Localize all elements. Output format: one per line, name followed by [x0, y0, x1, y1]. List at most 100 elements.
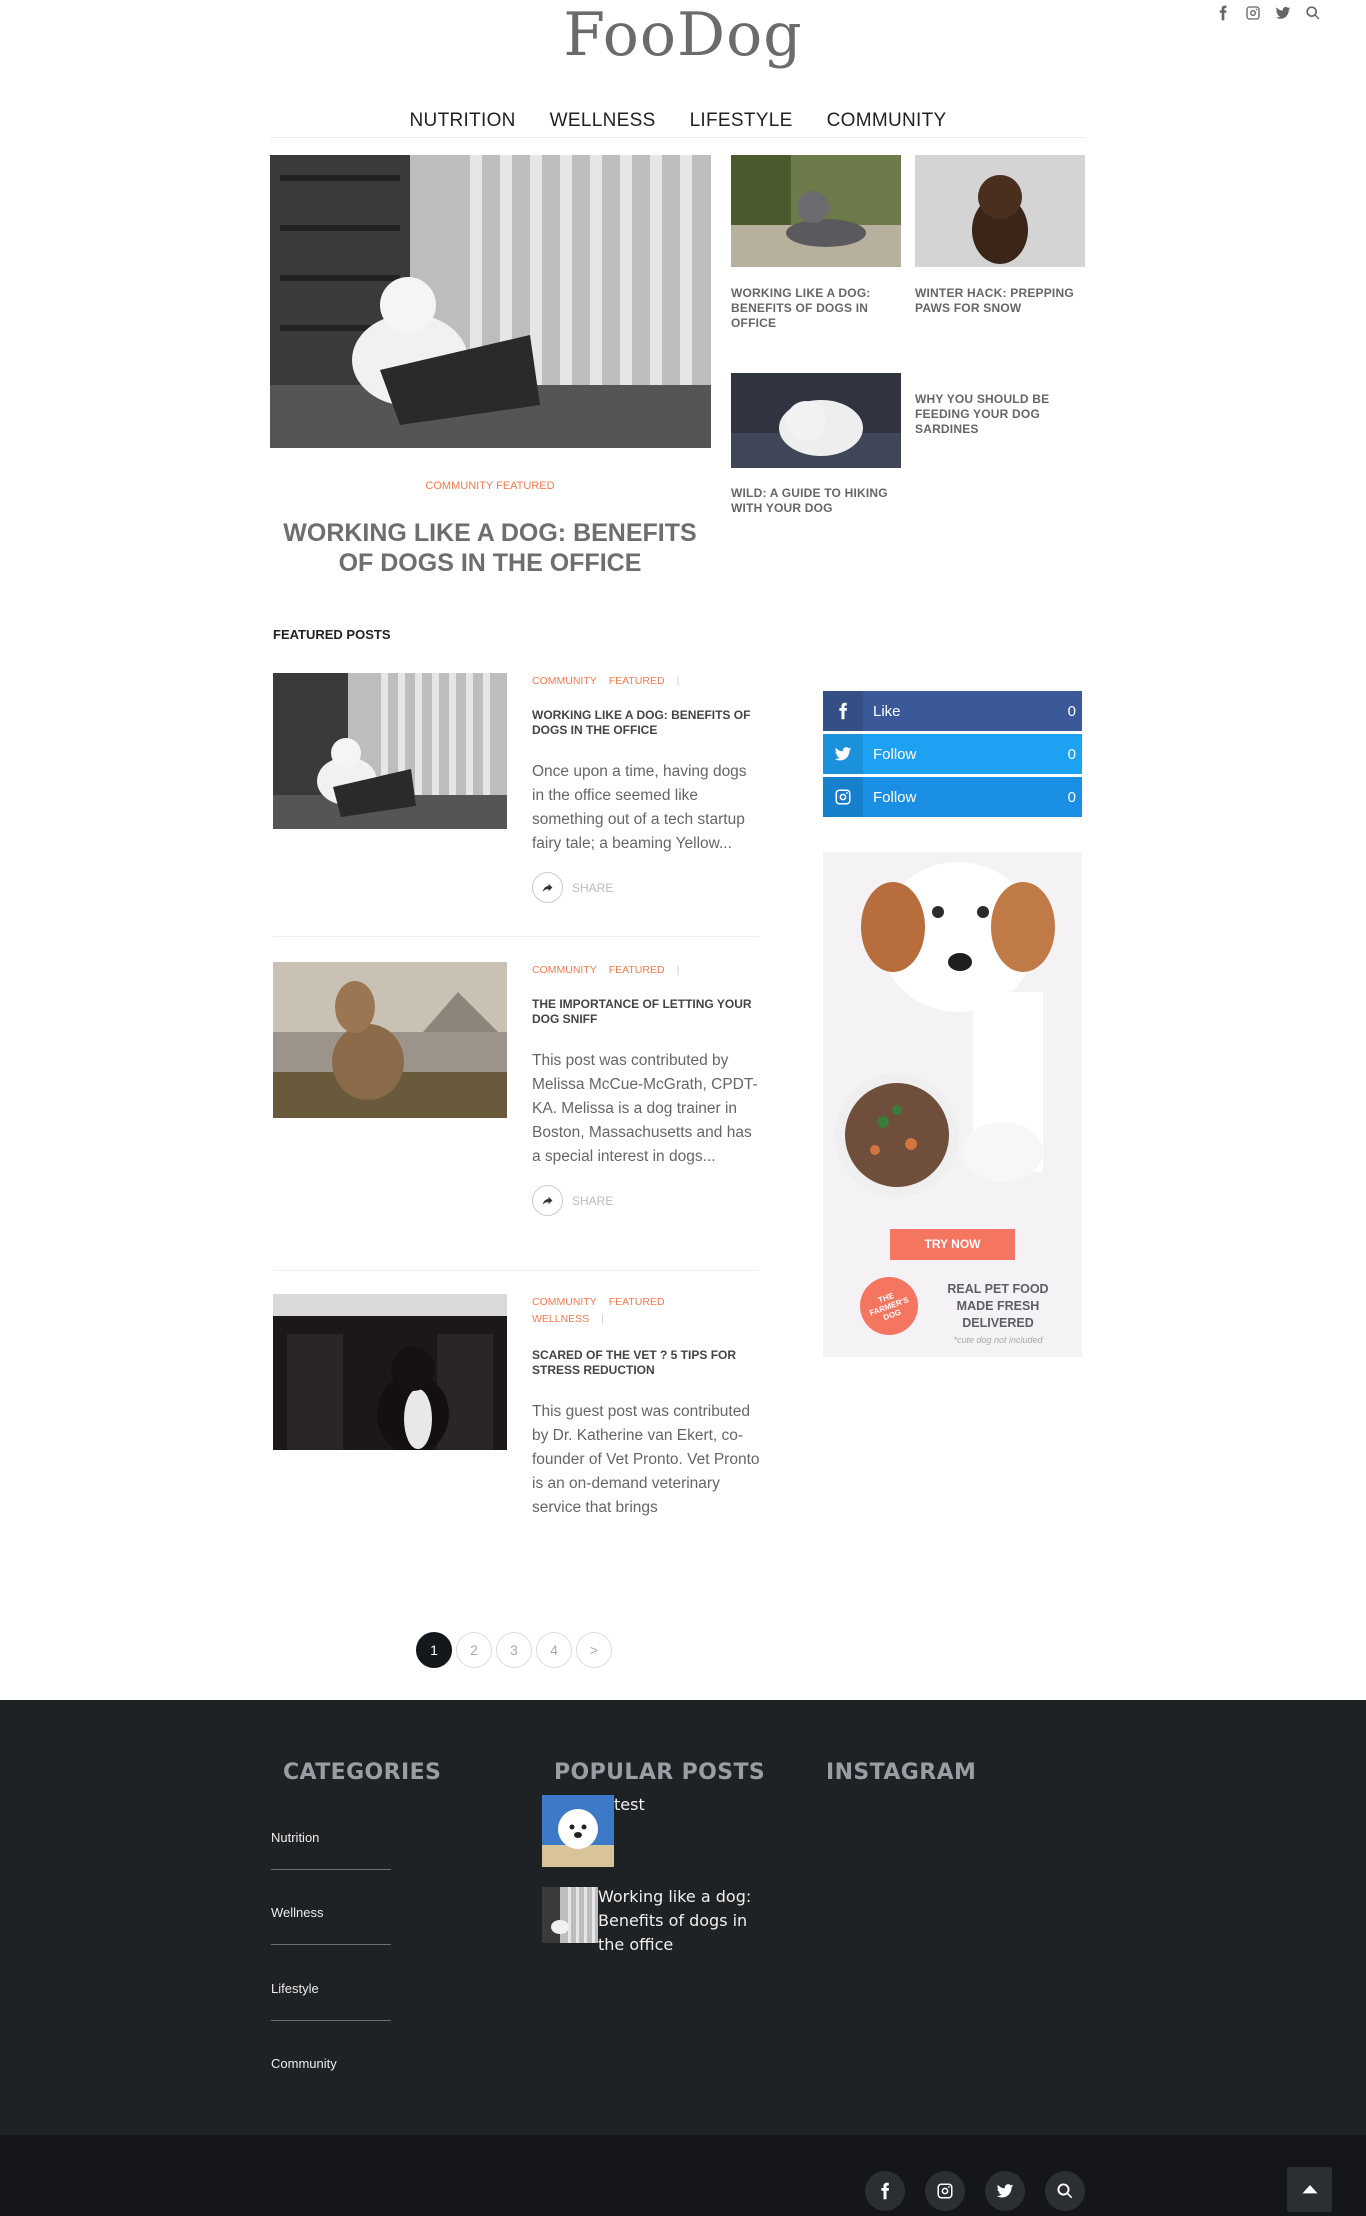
- next-page-button[interactable]: >: [576, 1632, 612, 1668]
- instagram-icon: [823, 777, 863, 817]
- footer-popular-heading: POPULAR POSTS: [554, 1760, 766, 1785]
- facebook-icon[interactable]: [1214, 4, 1232, 22]
- page-1-button[interactable]: 1: [416, 1632, 452, 1668]
- share-control[interactable]: SHARE: [532, 872, 760, 903]
- category-separator: |: [676, 964, 680, 976]
- featured-post-2: COMMUNITY FEATURED | THE IMPORTANCE OF LET…: [273, 962, 759, 1252]
- footer-category-community[interactable]: Community: [271, 2056, 337, 2071]
- instagram-icon[interactable]: [925, 2171, 965, 2211]
- ad-try-now-button[interactable]: TRY NOW: [890, 1229, 1015, 1260]
- popular-post-thumbnail[interactable]: [542, 1795, 614, 1867]
- social-label: Like: [873, 702, 901, 720]
- post-title[interactable]: SCARED OF THE VET ? 5 TIPS FOR STRESS RE…: [532, 1348, 760, 1378]
- footer-category-nutrition[interactable]: Nutrition: [271, 1830, 319, 1845]
- grid-post-image-2[interactable]: [915, 155, 1085, 267]
- post-excerpt: Once upon a time, having dogs in the off…: [532, 763, 747, 852]
- featured-post-1: COMMUNITY FEATURED | WORKING LIKE A DOG: B…: [273, 673, 759, 933]
- social-label: Follow: [873, 745, 917, 763]
- ad-tagline: REAL PET FOOD MADE FRESH DELIVERED: [947, 1282, 1049, 1330]
- post-category[interactable]: COMMUNITY: [532, 675, 597, 687]
- post-categories: COMMUNITY FEATURED |: [532, 962, 760, 979]
- popular-post-title[interactable]: Working like a dog: Benefits of dogs in …: [598, 1885, 778, 1957]
- featured-post-image[interactable]: [273, 962, 507, 1118]
- category-separator: |: [601, 1313, 604, 1325]
- bottom-bar: [0, 2135, 1366, 2216]
- advertisement-banner[interactable]: TRY NOW THE FARMER'S DOG REAL PET FOOD M…: [823, 852, 1082, 1357]
- post-category[interactable]: FEATURED: [609, 964, 665, 976]
- pagination: 1 2 3 4 >: [416, 1632, 612, 1668]
- instagram-follow-box[interactable]: Follow 0: [823, 777, 1082, 817]
- twitter-icon[interactable]: [985, 2171, 1025, 2211]
- featured-post-image[interactable]: [273, 1294, 507, 1450]
- grid-post-title-3[interactable]: WILD: A GUIDE TO HIKING WITH YOUR DOG: [731, 486, 901, 516]
- footer-divider: [271, 1869, 391, 1870]
- grid-post-image-1[interactable]: [731, 155, 901, 267]
- search-icon[interactable]: [1304, 4, 1322, 22]
- popular-post-2[interactable]: Working like a dog: Benefits of dogs in …: [542, 1887, 778, 1957]
- footer-category-lifestyle[interactable]: Lifestyle: [271, 1981, 319, 1996]
- page-2-button[interactable]: 2: [456, 1632, 492, 1668]
- twitter-icon[interactable]: [1274, 4, 1292, 22]
- footer-categories-heading: CATEGORIES: [283, 1760, 442, 1785]
- facebook-icon: [823, 691, 863, 731]
- facebook-icon[interactable]: [865, 2171, 905, 2211]
- grid-post-title-1[interactable]: WORKING LIKE A DOG: BENEFITS OF DOGS IN …: [731, 286, 896, 331]
- post-category[interactable]: FEATURED: [609, 1296, 665, 1308]
- post-categories: COMMUNITY FEATURED |: [532, 673, 760, 690]
- ad-note: *cute dog not included: [953, 1335, 1043, 1345]
- share-icon[interactable]: [532, 872, 563, 903]
- social-label: Follow: [873, 788, 917, 806]
- post-excerpt: This post was contributed by Melissa McC…: [532, 1052, 758, 1165]
- nav-item-lifestyle[interactable]: LIFESTYLE: [690, 104, 793, 137]
- scroll-to-top-button[interactable]: [1287, 2167, 1332, 2212]
- post-divider: [273, 1270, 759, 1271]
- featured-post-image[interactable]: [273, 673, 507, 829]
- post-title[interactable]: WORKING LIKE A DOG: BENEFITS OF DOGS IN …: [532, 708, 760, 738]
- featured-posts-heading: FEATURED POSTS: [273, 627, 391, 642]
- facebook-like-box[interactable]: Like 0: [823, 691, 1082, 731]
- social-count: 0: [1067, 702, 1076, 720]
- post-excerpt: This guest post was contributed by Dr. K…: [532, 1403, 760, 1516]
- footer-divider: [271, 1944, 391, 1945]
- header-social-icons: [1214, 4, 1322, 22]
- grid-post-image-3[interactable]: [731, 373, 901, 468]
- social-count: 0: [1067, 788, 1076, 806]
- category-separator: |: [676, 675, 680, 687]
- post-category[interactable]: WELLNESS: [532, 1313, 589, 1325]
- popular-post-thumbnail[interactable]: [542, 1887, 598, 1943]
- site-logo[interactable]: FooDog: [0, 0, 1366, 70]
- nav-item-nutrition[interactable]: NUTRITION: [410, 104, 516, 137]
- footer-instagram-heading: INSTAGRAM: [826, 1760, 977, 1785]
- chevron-up-icon: [1302, 2184, 1317, 2193]
- popular-post-1[interactable]: test: [542, 1795, 645, 1867]
- search-icon[interactable]: [1045, 2171, 1085, 2211]
- site-footer: CATEGORIES POPULAR POSTS INSTAGRAM Nutri…: [0, 1700, 1366, 2135]
- footer-divider: [271, 2020, 391, 2021]
- post-category[interactable]: COMMUNITY: [532, 1296, 597, 1308]
- post-category[interactable]: COMMUNITY: [532, 964, 597, 976]
- hero-title[interactable]: WORKING LIKE A DOG: BENEFITS OF DOGS IN …: [270, 518, 710, 578]
- instagram-icon[interactable]: [1244, 4, 1262, 22]
- popular-post-title[interactable]: test: [614, 1793, 645, 1867]
- featured-post-3: COMMUNITY FEATURED WELLNESS | SCARED OF THE…: [273, 1294, 760, 1534]
- share-control[interactable]: SHARE: [532, 1185, 760, 1216]
- grid-post-title-2[interactable]: WINTER HACK: PREPPING PAWS FOR SNOW: [915, 286, 1080, 316]
- share-label[interactable]: SHARE: [572, 881, 613, 895]
- page-4-button[interactable]: 4: [536, 1632, 572, 1668]
- nav-item-wellness[interactable]: WELLNESS: [550, 104, 656, 137]
- share-label[interactable]: SHARE: [572, 1194, 613, 1208]
- post-divider: [273, 936, 759, 937]
- page-3-button[interactable]: 3: [496, 1632, 532, 1668]
- twitter-icon: [823, 734, 863, 774]
- post-title[interactable]: THE IMPORTANCE OF LETTING YOUR DOG SNIFF: [532, 997, 760, 1027]
- hero-image[interactable]: [270, 155, 711, 448]
- main-nav: NUTRITION WELLNESS LIFESTYLE COMMUNITY: [270, 104, 1086, 138]
- footer-category-wellness[interactable]: Wellness: [271, 1905, 324, 1920]
- twitter-follow-box[interactable]: Follow 0: [823, 734, 1082, 774]
- post-categories: COMMUNITY FEATURED WELLNESS |: [532, 1294, 760, 1328]
- post-category[interactable]: FEATURED: [609, 675, 665, 687]
- share-icon[interactable]: [532, 1185, 563, 1216]
- nav-item-community[interactable]: COMMUNITY: [827, 104, 947, 137]
- hero-category[interactable]: COMMUNITY FEATURED: [270, 480, 710, 492]
- grid-post-title-4[interactable]: WHY YOU SHOULD BE FEEDING YOUR DOG SARDI…: [915, 392, 1075, 437]
